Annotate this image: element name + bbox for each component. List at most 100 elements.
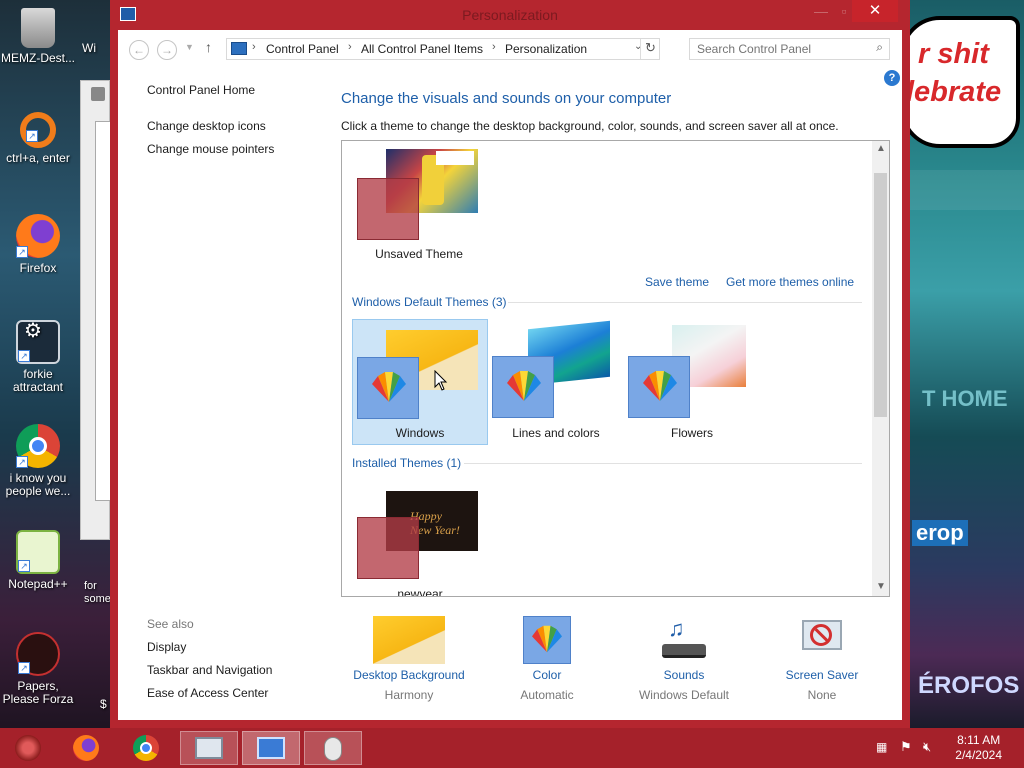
save-theme-link[interactable]: Save theme <box>645 275 709 289</box>
window-client: ← → ▼ ↑ › Control Panel › All Control Pa… <box>118 30 902 720</box>
taskbar: ▦ ⚑ 🔇︎ 8:11 AM 2/4/2024 <box>0 728 1024 768</box>
scroll-down-icon[interactable]: ▼ <box>876 581 886 592</box>
change-mouse-pointers-link[interactable]: Change mouse pointers <box>147 142 274 156</box>
sounds-link[interactable]: Sounds <box>604 668 764 682</box>
help-icon[interactable]: ? <box>884 70 900 86</box>
forward-button[interactable]: → <box>157 40 177 60</box>
desktop-icon-papers-please[interactable]: ↗ Papers, Please Forza <box>0 632 76 706</box>
shortcut-arrow-icon: ↗ <box>26 130 38 142</box>
color-fan-icon <box>372 372 406 402</box>
taskbar-firefox[interactable] <box>64 731 108 765</box>
shortcut-arrow-icon: ↗ <box>18 350 30 362</box>
desktop-icon-label: i know you people we... <box>5 471 71 498</box>
newyear-theme-tile[interactable]: Happy New Year! <box>356 491 480 583</box>
refresh-icon[interactable]: ↻ <box>645 40 656 56</box>
desktop-icon-partial[interactable]: for some <box>84 580 111 606</box>
shortcut-arrow-icon: ↗ <box>16 246 28 258</box>
taskbar-mouse-properties[interactable] <box>304 731 362 765</box>
desktop-background-button[interactable]: Desktop Background Harmony <box>329 616 489 702</box>
theme-list[interactable]: Unsaved Theme Save theme Get more themes… <box>341 140 890 597</box>
see-also-heading: See also <box>147 617 194 631</box>
chevron-right-icon: › <box>492 41 496 53</box>
ease-of-access-link[interactable]: Ease of Access Center <box>147 686 268 700</box>
flowers-theme-label: Flowers <box>670 426 713 440</box>
desktop-icon-notepadpp[interactable]: ↗ Notepad++ <box>0 530 76 591</box>
desktop-icon-forkie[interactable]: ⚙ ↗ forkie attractant <box>0 320 76 394</box>
mouse-icon <box>324 737 342 761</box>
recent-pages-button[interactable]: ▼ <box>185 42 194 52</box>
unsaved-theme-tile[interactable] <box>356 149 480 261</box>
network-icon[interactable]: ▦ <box>876 740 887 754</box>
color-swatch <box>492 356 554 418</box>
taskbar-chrome[interactable] <box>124 731 168 765</box>
address-bar[interactable]: › Control Panel › All Control Panel Item… <box>226 38 660 60</box>
chrome-icon <box>133 735 159 761</box>
control-panel-home-link[interactable]: Control Panel Home <box>147 83 255 97</box>
clock[interactable]: 8:11 AM 2/4/2024 <box>955 733 1002 763</box>
search-box[interactable]: ⌕ <box>689 38 890 60</box>
color-fan-icon <box>643 371 677 401</box>
color-link[interactable]: Color <box>467 668 627 682</box>
page-title: Change the visuals and sounds on your co… <box>341 90 672 107</box>
display-link[interactable]: Display <box>147 640 186 654</box>
task-manager-icon <box>195 737 223 759</box>
desktop-icon-partial[interactable]: $ <box>100 698 110 711</box>
color-button[interactable]: Color Automatic <box>467 616 627 702</box>
title-bar[interactable]: Personalization — ▫ ✕ <box>110 0 910 30</box>
search-icon[interactable]: ⌕ <box>876 40 883 55</box>
chevron-down-icon[interactable]: ⌄ <box>634 41 642 52</box>
taskbar-navigation-link[interactable]: Taskbar and Navigation <box>147 663 272 677</box>
windows-theme-label: Windows <box>395 426 445 440</box>
breadcrumb-control-panel[interactable]: Control Panel <box>266 42 339 56</box>
desktop-icon-partial[interactable]: Wi <box>82 42 110 55</box>
screen-saver-link[interactable]: Screen Saver <box>742 668 902 682</box>
color-swatch <box>357 517 419 579</box>
clock-date: 2/4/2024 <box>955 748 1002 762</box>
breadcrumb-personalization[interactable]: Personalization <box>505 42 587 56</box>
divider <box>464 463 862 464</box>
taskbar-task-manager[interactable] <box>180 731 238 765</box>
search-input[interactable] <box>697 39 867 59</box>
divider <box>508 302 862 303</box>
change-desktop-icons-link[interactable]: Change desktop icons <box>147 119 266 133</box>
desktop-icon-label: Notepad++ <box>8 577 68 591</box>
desktop-icon-ctrl-a[interactable]: ↗ ctrl+a, enter <box>0 112 76 165</box>
taskbar-control-panel[interactable] <box>242 731 300 765</box>
volume-muted-icon[interactable]: 🔇︎ <box>923 739 931 755</box>
window-title: Personalization <box>462 7 558 23</box>
chevron-right-icon: › <box>348 41 352 53</box>
up-button[interactable]: ↑ <box>205 39 212 55</box>
wallpaper-text: ÉROFOS <box>918 672 1020 699</box>
desktop-icon-chrome[interactable]: ↗ i know you people we... <box>0 424 76 498</box>
unsaved-theme-label: Unsaved Theme <box>375 247 463 261</box>
sounds-button[interactable]: ♫ Sounds Windows Default <box>604 616 764 702</box>
color-fan-icon <box>507 371 541 401</box>
flag-icon[interactable]: ⚑ <box>900 739 912 755</box>
recycle-bin-icon <box>21 8 55 48</box>
scrollbar-thumb[interactable] <box>874 173 887 417</box>
vertical-scrollbar[interactable]: ▲ ▼ <box>872 141 889 596</box>
close-button[interactable]: ✕ <box>852 0 898 22</box>
desktop-icon-memz[interactable]: MEMZ-Dest... <box>0 8 76 65</box>
orange-ring-icon: ↗ <box>20 112 56 148</box>
clock-time: 8:11 AM <box>957 733 1001 747</box>
wallpaper-text: T HOME <box>922 386 1008 411</box>
breadcrumb-all-items[interactable]: All Control Panel Items <box>361 42 483 56</box>
get-more-themes-link[interactable]: Get more themes online <box>726 275 854 289</box>
screen-saver-button[interactable]: Screen Saver None <box>742 616 902 702</box>
desktop-background-link[interactable]: Desktop Background <box>329 668 489 682</box>
back-button[interactable]: ← <box>129 40 149 60</box>
desktop-icon-label: ctrl+a, enter <box>6 151 70 165</box>
shortcut-arrow-icon: ↗ <box>18 560 30 572</box>
personalization-window[interactable]: Personalization — ▫ ✕ ← → ▼ ↑ › Control … <box>110 0 910 728</box>
firefox-icon <box>73 735 99 761</box>
wallpaper-speech-bubble: r shit lebrate <box>900 16 1020 148</box>
desktop-icon-label: MEMZ-Dest... <box>1 51 75 65</box>
desktop-icon-label: Papers, Please Forza <box>2 679 74 706</box>
scroll-up-icon[interactable]: ▲ <box>876 143 886 154</box>
start-button[interactable] <box>8 731 48 765</box>
navigation-bar: ← → ▼ ↑ › Control Panel › All Control Pa… <box>118 30 902 86</box>
desktop-background-value: Harmony <box>384 688 434 702</box>
desktop-icon-firefox[interactable]: ↗ Firefox <box>0 214 76 275</box>
page-description: Click a theme to change the desktop back… <box>341 119 839 133</box>
